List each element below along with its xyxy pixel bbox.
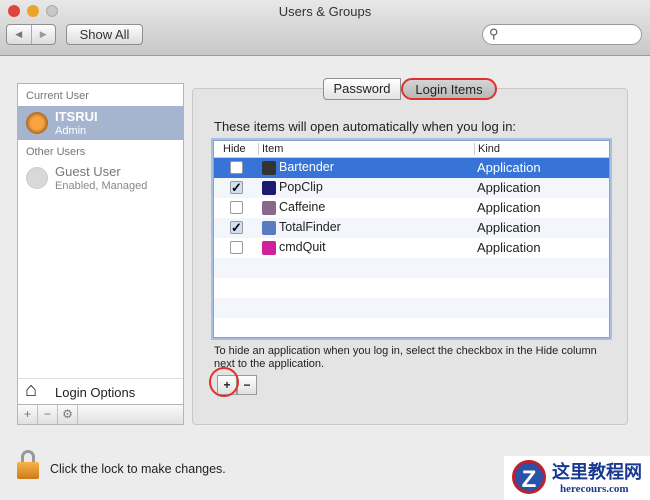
search-icon: ⚲ [489, 26, 499, 41]
watermark-title: 这里教程网 [552, 462, 642, 483]
hide-checkbox[interactable]: ✓ [230, 221, 243, 234]
column-hide[interactable]: Hide [223, 143, 246, 155]
hide-note: To hide an application when you log in, … [214, 345, 597, 370]
hide-checkbox[interactable] [230, 201, 243, 214]
table-row[interactable]: Caffeine Application [214, 198, 609, 218]
user-item-guest[interactable]: Guest User Enabled, Managed [18, 162, 183, 196]
lock-icon[interactable] [17, 450, 39, 480]
hide-checkbox[interactable] [230, 161, 243, 174]
user-name: Guest User [55, 164, 121, 179]
add-user-button[interactable]: + [18, 405, 38, 424]
house-icon: ⌂ [25, 379, 38, 401]
table-row[interactable]: Bartender Application [214, 158, 609, 178]
forward-button[interactable]: ▶ [32, 25, 56, 44]
login-options-item[interactable]: ⌂ Login Options [18, 378, 183, 404]
gear-icon[interactable]: ⚙ [58, 405, 78, 424]
other-users-header: Other Users [26, 146, 86, 158]
watermark-logo: Z 这里教程网 herecours.com [504, 456, 650, 500]
sidebar-footer: + − ⚙ [18, 404, 183, 424]
lock-text: Click the lock to make changes. [50, 462, 226, 476]
user-item-itsrui[interactable]: ITSRUI Admin [18, 106, 183, 140]
user-name: ITSRUI [55, 109, 98, 124]
table-row[interactable]: ✓ PopClip Application [214, 178, 609, 198]
login-items-table: Hide Item Kind Bartender Application ✓ Po… [213, 140, 610, 338]
table-row[interactable]: cmdQuit Application [214, 238, 609, 258]
tab-login-items[interactable]: Login Items [401, 78, 497, 100]
item-kind: Application [477, 240, 541, 255]
window-toolbar: Users & Groups ◀ ▶ Show All ⚲ [0, 0, 650, 56]
annotation-circle [209, 367, 239, 397]
login-options-label: Login Options [55, 385, 136, 400]
cmdquit-icon [262, 241, 276, 255]
item-name: Bartender [279, 160, 334, 174]
item-kind: Application [477, 180, 541, 195]
window-title: Users & Groups [278, 4, 372, 19]
user-role: Admin [55, 125, 87, 137]
back-button[interactable]: ◀ [7, 25, 32, 44]
column-item[interactable]: Item [258, 143, 283, 155]
show-all-button[interactable]: Show All [66, 24, 143, 45]
table-row[interactable]: ✓ TotalFinder Application [214, 218, 609, 238]
user-status: Enabled, Managed [55, 180, 148, 192]
column-kind[interactable]: Kind [474, 143, 500, 155]
remove-login-item-button[interactable]: − [237, 375, 257, 395]
popclip-icon [262, 181, 276, 195]
avatar [26, 112, 48, 134]
item-name: TotalFinder [279, 220, 341, 234]
tab-password[interactable]: Password [323, 78, 401, 100]
caffeine-icon [262, 201, 276, 215]
table-body: Bartender Application ✓ PopClip Applicati… [214, 158, 609, 337]
current-user-header: Current User [26, 90, 89, 102]
item-name: Caffeine [279, 200, 326, 214]
item-name: PopClip [279, 180, 323, 194]
item-kind: Application [477, 200, 541, 215]
item-kind: Application [477, 220, 541, 235]
remove-user-button[interactable]: − [38, 405, 58, 424]
hide-checkbox[interactable]: ✓ [230, 181, 243, 194]
bartender-icon [262, 161, 276, 175]
users-sidebar: Current User ITSRUI Admin Other Users Gu… [17, 83, 184, 425]
guest-avatar [26, 167, 48, 189]
watermark-url: herecours.com [560, 483, 629, 495]
hide-checkbox[interactable] [230, 241, 243, 254]
search-input[interactable]: ⚲ [482, 24, 642, 45]
item-kind: Application [477, 160, 541, 175]
login-items-intro: These items will open automatically when… [214, 119, 517, 134]
item-name: cmdQuit [279, 240, 326, 254]
table-header: Hide Item Kind [214, 141, 609, 158]
nav-buttons: ◀ ▶ [6, 24, 56, 45]
totalfinder-icon [262, 221, 276, 235]
